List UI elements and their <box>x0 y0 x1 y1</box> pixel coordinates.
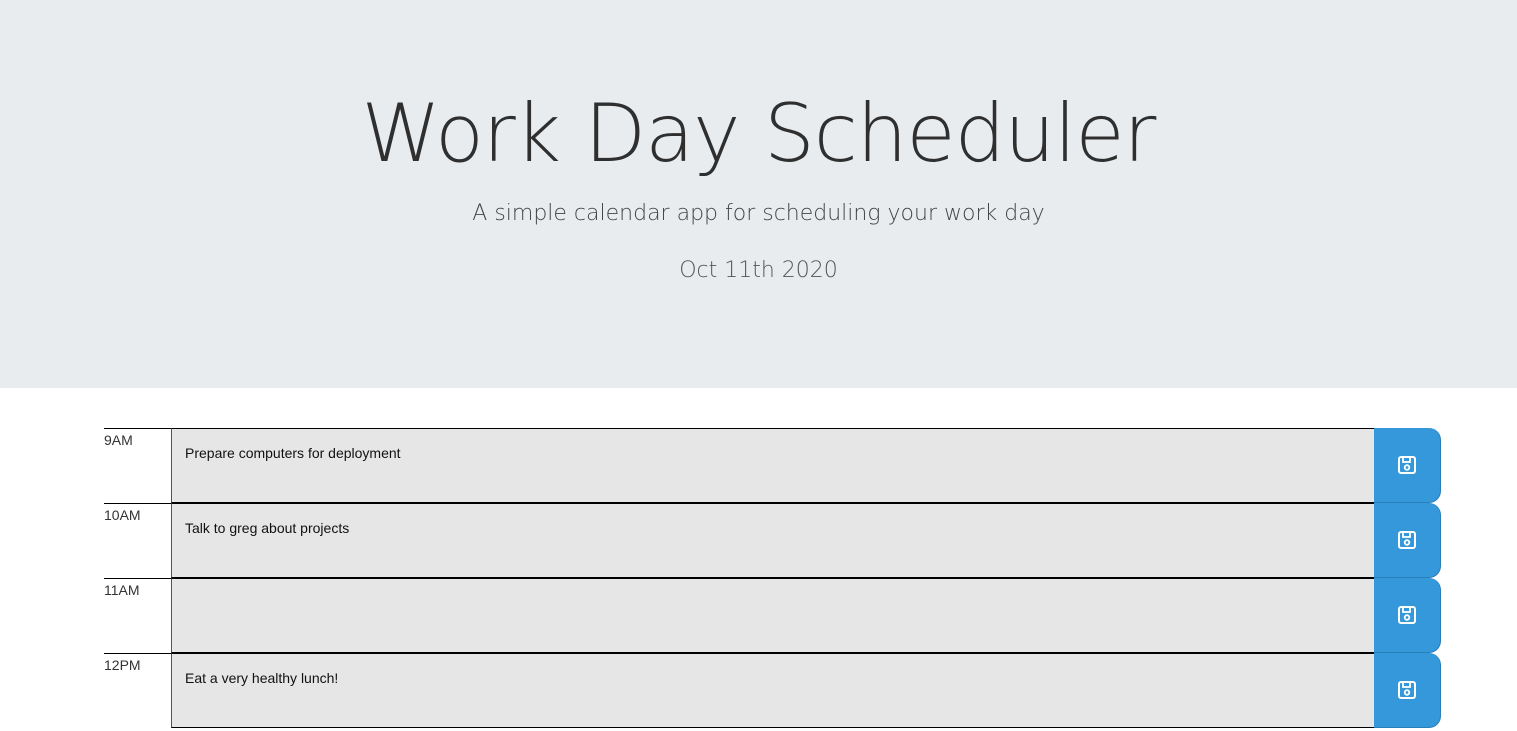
description-textarea[interactable]: Prepare computers for deployment <box>171 428 1374 503</box>
save-button[interactable] <box>1374 503 1441 578</box>
time-block-12pm: 12PM Eat a very healthy lunch! <box>104 653 1441 728</box>
description-textarea[interactable]: Eat a very healthy lunch! <box>171 653 1374 728</box>
floppy-disk-icon <box>1397 680 1417 700</box>
page-title: Work Day Scheduler <box>361 87 1157 180</box>
page-subtitle: A simple calendar app for scheduling you… <box>472 201 1045 226</box>
hour-label: 11AM <box>104 578 171 653</box>
save-button[interactable] <box>1374 428 1441 503</box>
hour-label: 10AM <box>104 503 171 578</box>
description-textarea[interactable] <box>171 578 1374 653</box>
floppy-disk-icon <box>1397 605 1417 625</box>
header-jumbotron: Work Day Scheduler A simple calendar app… <box>0 0 1517 388</box>
floppy-disk-icon <box>1397 455 1417 475</box>
time-block-9am: 9AM Prepare computers for deployment <box>104 428 1441 503</box>
save-button[interactable] <box>1374 653 1441 728</box>
time-block-10am: 10AM Talk to greg about projects <box>104 503 1441 578</box>
save-button[interactable] <box>1374 578 1441 653</box>
current-date: Oct 11th 2020 <box>679 258 838 283</box>
floppy-disk-icon <box>1397 530 1417 550</box>
description-textarea[interactable]: Talk to greg about projects <box>171 503 1374 578</box>
hour-label: 9AM <box>104 428 171 503</box>
hour-label: 12PM <box>104 653 171 728</box>
time-block-11am: 11AM <box>104 578 1441 653</box>
